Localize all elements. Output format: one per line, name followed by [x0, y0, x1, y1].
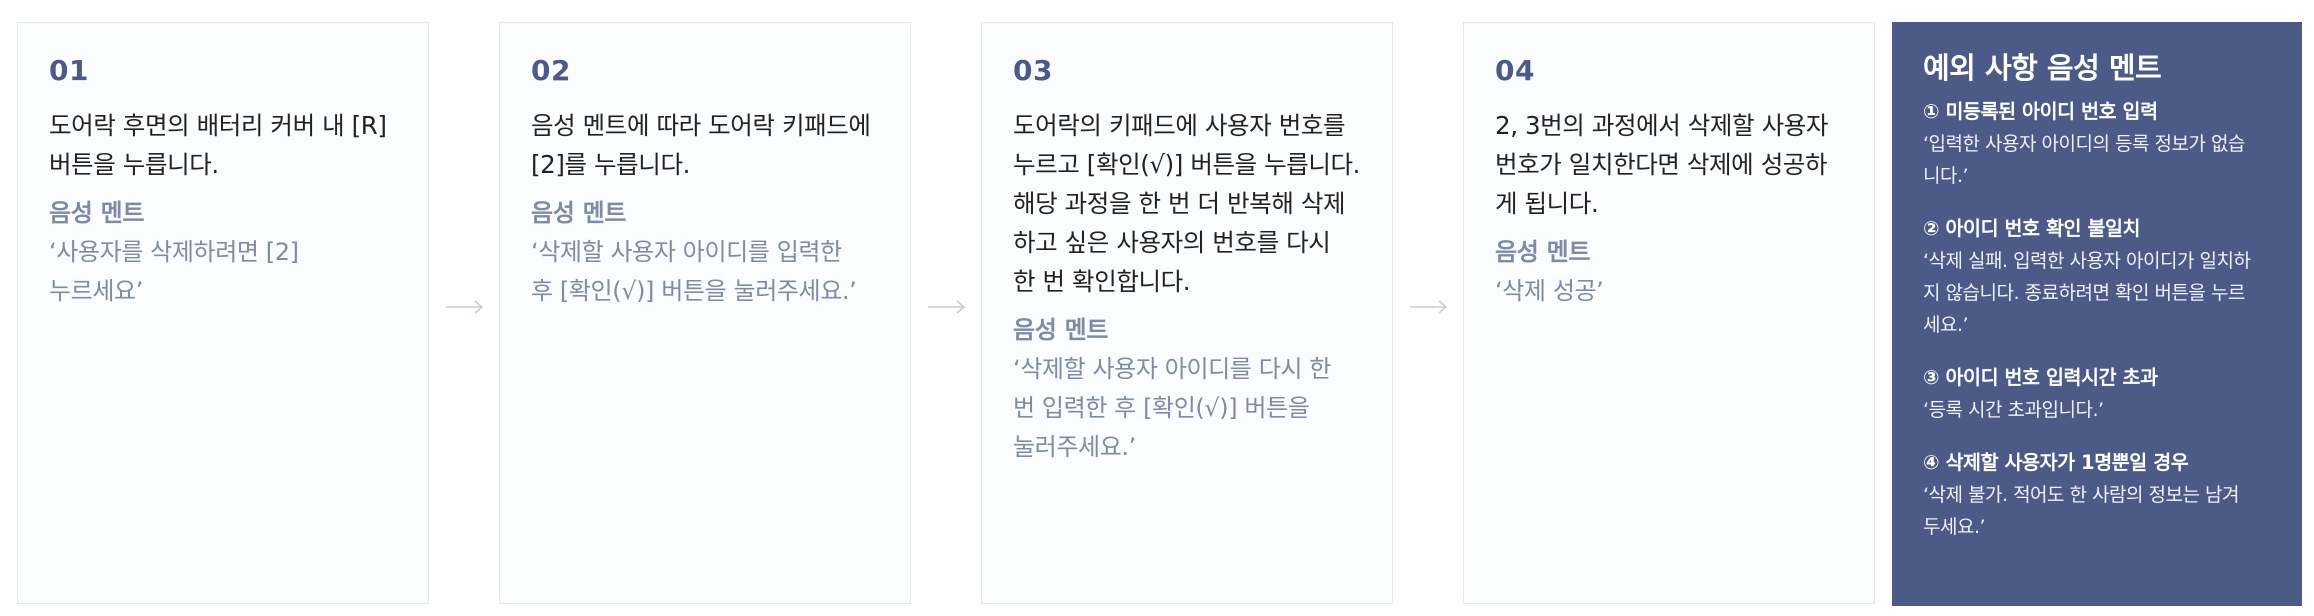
- step-description-line: 도어락 후면의 배터리 커버 내 [R]: [49, 111, 387, 140]
- voice-prompt-line: 누르세요’: [49, 277, 143, 305]
- exception-item-title: ③ 아이디 번호 입력시간 초과: [1923, 366, 2158, 389]
- exception-text-line: ‘삭제 불가. 적어도 한 사람의 정보는 남겨: [1923, 484, 2240, 506]
- voice-prompt-line: 후 [확인(√)] 버튼을 눌러주세요.’: [531, 277, 857, 305]
- step-description: 음성 멘트에 따라 도어락 키패드에 [2]를 누릅니다.: [531, 106, 880, 184]
- step-description-line: 버튼을 누릅니다.: [49, 150, 219, 179]
- step-description: 2, 3번의 과정에서 삭제할 사용자 번호가 일치한다면 삭제에 성공하 게 …: [1495, 106, 1844, 223]
- voice-prompt-heading: 음성 멘트: [531, 199, 627, 227]
- step-number: 04: [1495, 54, 1535, 87]
- exception-item-text: ‘등록 시간 초과입니다.’: [1923, 394, 2280, 426]
- step-description-line: 2, 3번의 과정에서 삭제할 사용자: [1495, 111, 1828, 140]
- arrow-right-icon: [928, 300, 966, 314]
- voice-prompt-line: 번 입력한 후 [확인(√)] 버튼을: [1013, 394, 1310, 422]
- step-description-line: 해당 과정을 한 번 더 반복해 삭제: [1013, 189, 1346, 218]
- exceptions-panel: 예외 사항 음성 멘트 ① 미등록된 아이디 번호 입력 ‘입력한 사용자 아이…: [1892, 22, 2302, 606]
- exception-text-line: 세요.’: [1923, 314, 1969, 336]
- exception-text-line: ‘입력한 사용자 아이디의 등록 정보가 없습: [1923, 133, 2245, 155]
- step-description-line: [2]를 누릅니다.: [531, 150, 690, 179]
- step-number: 01: [49, 54, 89, 87]
- step-description-line: 게 됩니다.: [1495, 189, 1599, 218]
- exception-item-title: ② 아이디 번호 확인 불일치: [1923, 217, 2141, 240]
- step-number: 02: [531, 54, 571, 87]
- voice-prompt-line: ‘사용자를 삭제하려면 [2]: [49, 238, 299, 266]
- step-card-03: 03 도어락의 키패드에 사용자 번호를 누르고 [확인(√)] 버튼을 누릅니…: [981, 22, 1393, 604]
- voice-prompt-line: ‘삭제할 사용자 아이디를 다시 한: [1013, 355, 1331, 383]
- exception-item: ④ 삭제할 사용자가 1명뿐일 경우 ‘삭제 불가. 적어도 한 사람의 정보는…: [1923, 447, 2280, 543]
- exception-text-line: ‘등록 시간 초과입니다.’: [1923, 399, 2104, 421]
- step-description-line: 음성 멘트에 따라 도어락 키패드에: [531, 111, 871, 140]
- voice-prompt-text: ‘사용자를 삭제하려면 [2] 누르세요’: [49, 233, 398, 311]
- exception-text-line: ‘삭제 실패. 입력한 사용자 아이디가 일치하: [1923, 250, 2251, 272]
- exception-item-text: ‘입력한 사용자 아이디의 등록 정보가 없습 니다.’: [1923, 128, 2280, 192]
- exception-item-text: ‘삭제 불가. 적어도 한 사람의 정보는 남겨 두세요.’: [1923, 479, 2280, 543]
- arrow-right-icon: [446, 300, 484, 314]
- exceptions-title: 예외 사항 음성 멘트: [1923, 51, 2162, 85]
- voice-prompt-text: ‘삭제할 사용자 아이디를 다시 한 번 입력한 후 [확인(√)] 버튼을 눌…: [1013, 350, 1362, 467]
- exception-item: ① 미등록된 아이디 번호 입력 ‘입력한 사용자 아이디의 등록 정보가 없습…: [1923, 96, 2280, 192]
- arrow-right-icon: [1410, 300, 1448, 314]
- step-card-01: 01 도어락 후면의 배터리 커버 내 [R] 버튼을 누릅니다. 음성 멘트 …: [17, 22, 429, 604]
- exception-item-title: ① 미등록된 아이디 번호 입력: [1923, 100, 2158, 123]
- voice-prompt-heading: 음성 멘트: [49, 199, 145, 227]
- voice-prompt-heading: 음성 멘트: [1013, 316, 1109, 344]
- voice-prompt-heading: 음성 멘트: [1495, 238, 1591, 266]
- step-description-line: 누르고 [확인(√)] 버튼을 누릅니다.: [1013, 150, 1361, 179]
- step-card-04: 04 2, 3번의 과정에서 삭제할 사용자 번호가 일치한다면 삭제에 성공하…: [1463, 22, 1875, 604]
- exception-item-title: ④ 삭제할 사용자가 1명뿐일 경우: [1923, 451, 2189, 474]
- step-description: 도어락의 키패드에 사용자 번호를 누르고 [확인(√)] 버튼을 누릅니다. …: [1013, 106, 1362, 301]
- exception-item: ③ 아이디 번호 입력시간 초과 ‘등록 시간 초과입니다.’: [1923, 362, 2280, 426]
- voice-prompt-text: ‘삭제 성공’: [1495, 272, 1844, 311]
- voice-prompt-line: ‘삭제 성공’: [1495, 277, 1604, 305]
- step-description-line: 번호가 일치한다면 삭제에 성공하: [1495, 150, 1828, 179]
- voice-prompt-line: ‘삭제할 사용자 아이디를 입력한: [531, 238, 842, 266]
- step-description-line: 도어락의 키패드에 사용자 번호를: [1013, 111, 1346, 140]
- step-description: 도어락 후면의 배터리 커버 내 [R] 버튼을 누릅니다.: [49, 106, 398, 184]
- voice-prompt-line: 눌러주세요.’: [1013, 433, 1136, 461]
- exception-text-line: 니다.’: [1923, 165, 1969, 187]
- step-number: 03: [1013, 54, 1053, 87]
- exception-item-text: ‘삭제 실패. 입력한 사용자 아이디가 일치하 지 않습니다. 종료하려면 확…: [1923, 245, 2280, 341]
- step-description-line: 한 번 확인합니다.: [1013, 267, 1191, 296]
- exception-text-line: 지 않습니다. 종료하려면 확인 버튼을 누르: [1923, 282, 2245, 304]
- step-card-02: 02 음성 멘트에 따라 도어락 키패드에 [2]를 누릅니다. 음성 멘트 ‘…: [499, 22, 911, 604]
- voice-prompt-text: ‘삭제할 사용자 아이디를 입력한 후 [확인(√)] 버튼을 눌러주세요.’: [531, 233, 880, 311]
- step-description-line: 하고 싶은 사용자의 번호를 다시: [1013, 228, 1331, 257]
- exception-text-line: 두세요.’: [1923, 516, 1986, 538]
- exception-item: ② 아이디 번호 확인 불일치 ‘삭제 실패. 입력한 사용자 아이디가 일치하…: [1923, 213, 2280, 341]
